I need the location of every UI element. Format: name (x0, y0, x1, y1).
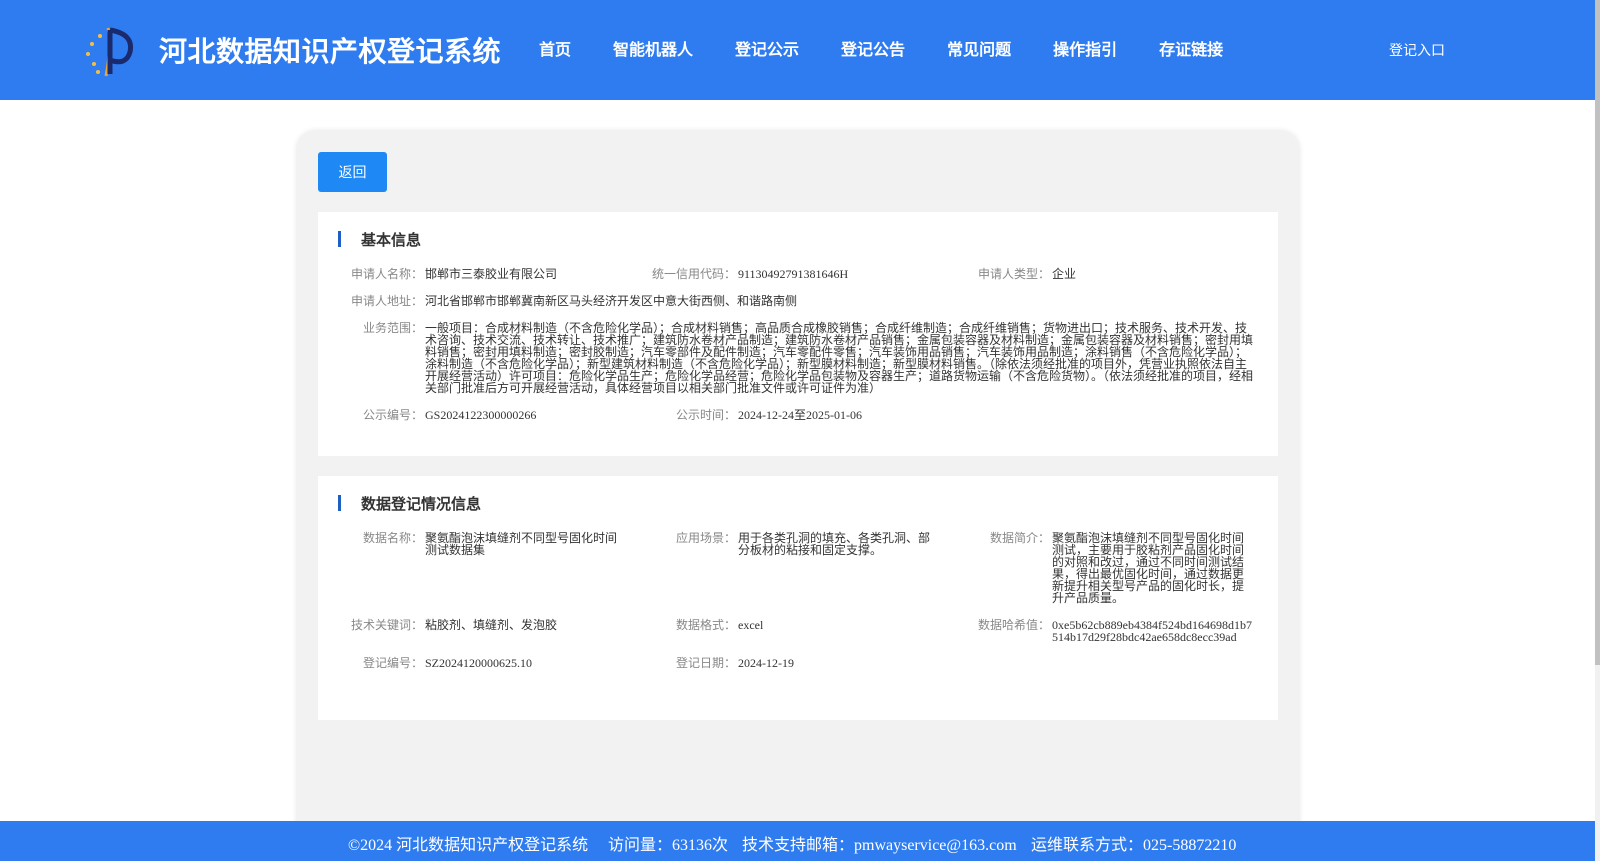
main-nav: 首页 智能机器人 登记公示 登记公告 常见问题 操作指引 存证链接 (518, 36, 1244, 60)
field-label: 统一信用代码： (651, 267, 736, 281)
field-label: 技术关键词： (350, 618, 423, 632)
field-value: 91130492791381646H (738, 267, 849, 281)
field-value: 河北省邯郸市邯郸冀南新区马头经济开发区中意大街西侧、和谐路南侧 (425, 294, 798, 308)
field-label: 应用场景： (675, 531, 736, 545)
field-label: 公示时间： (675, 408, 736, 422)
field-value: 2024-12-24至2025-01-06 (738, 408, 862, 422)
nav-publicity[interactable]: 登记公示 (714, 36, 820, 60)
nav-robot[interactable]: 智能机器人 (592, 36, 714, 60)
reg-no-field: 登记编号： SZ2024120000625.10 (363, 656, 620, 670)
field-label: 数据格式： (675, 618, 736, 632)
field-label: 数据哈希值： (977, 618, 1050, 632)
notice-no-field: 公示编号： GS2024122300000266 (363, 408, 645, 422)
field-value: GS2024122300000266 (425, 408, 537, 422)
business-scope-field: 业务范围： 一般项目：合成材料制造（不含危险化学品）；合成材料销售；高品质合成橡… (363, 321, 1254, 395)
field-value: 一般项目：合成材料制造（不含危险化学品）；合成材料销售；高品质合成橡胶销售；合成… (425, 321, 1254, 395)
notice-time-field: 公示时间： 2024-12-24至2025-01-06 (676, 408, 958, 422)
footer-phone: 运维联系方式：025-58872210 (1031, 837, 1237, 854)
title-bar (338, 495, 341, 511)
hash-field: 数据哈希值： 0xe5b62cb889eb4384f524bd164698d1b… (978, 618, 1252, 644)
field-label: 申请人名称： (350, 267, 423, 281)
footer-email: 技术支持邮箱：pmwayservice@163.com (742, 837, 1017, 854)
section-title: 数据登记情况信息 (338, 494, 482, 513)
applicant-type-field: 申请人类型： 企业 (978, 267, 1252, 281)
field-label: 业务范围： (362, 321, 423, 335)
nav-home[interactable]: 首页 (518, 36, 592, 60)
nav-evidence-link[interactable]: 存证链接 (1138, 36, 1244, 60)
field-label: 登记编号： (362, 656, 423, 670)
address-field: 申请人地址： 河北省邯郸市邯郸冀南新区马头经济开发区中意大街西侧、和谐路南侧 (351, 294, 1245, 308)
credit-code-field: 统一信用代码： 91130492791381646H (652, 267, 958, 281)
field-value: 0xe5b62cb889eb4384f524bd164698d1b7514b17… (1052, 618, 1252, 644)
field-value: 企业 (1052, 267, 1077, 281)
data-registration-section: 数据登记情况信息 数据名称： 聚氨酯泡沫填缝剂不同型号固化时间测试数据集 应用场… (318, 476, 1278, 720)
section-title: 基本信息 (338, 230, 422, 249)
nav-guide[interactable]: 操作指引 (1032, 36, 1138, 60)
field-value: 聚氨酯泡沫填缝剂不同型号固化时间测试数据集 (425, 531, 618, 557)
scenario-field: 应用场景： 用于各类孔洞的填充、各类孔洞、部分板材的粘接和固定支撑。 (676, 531, 933, 557)
footer-copyright: ©2024 河北数据知识产权登记系统 (348, 837, 589, 854)
data-name-field: 数据名称： 聚氨酯泡沫填缝剂不同型号固化时间测试数据集 (363, 531, 620, 557)
field-value: 2024-12-19 (738, 656, 794, 670)
site-title: 河北数据知识产权登记系统 (159, 35, 502, 68)
field-label: 数据简介： (989, 531, 1050, 545)
title-bar (338, 231, 341, 247)
field-value: 聚氨酯泡沫填缝剂不同型号固化时间测试，主要用于胶粘剂产品固化时间的对照和改过，通… (1052, 531, 1245, 605)
field-value: 邯郸市三泰胶业有限公司 (425, 267, 558, 281)
scrollbar[interactable] (1595, 0, 1600, 861)
scrollbar-thumb[interactable] (1595, 0, 1600, 665)
section-title-text: 基本信息 (361, 230, 422, 249)
detail-card: 返回 基本信息 申请人名称： 邯郸市三泰胶业有限公司 统一信用代码： 91130… (297, 131, 1299, 861)
field-label: 公示编号： (362, 408, 423, 422)
header: 河北数据知识产权登记系统 首页 智能机器人 登记公示 登记公告 常见问题 操作指… (0, 0, 1595, 100)
field-value: 粘胶剂、填缝剂、发泡胶 (425, 618, 558, 632)
footer-visits: 访问量：63136次 (608, 837, 729, 854)
logo-icon[interactable] (80, 24, 136, 80)
field-label: 申请人地址： (350, 294, 423, 308)
nav-faq[interactable]: 常见问题 (926, 36, 1032, 60)
page: 河北数据知识产权登记系统 首页 智能机器人 登记公示 登记公告 常见问题 操作指… (0, 0, 1600, 861)
basic-info-section: 基本信息 申请人名称： 邯郸市三泰胶业有限公司 统一信用代码： 91130492… (318, 212, 1278, 456)
reg-date-field: 登记日期： 2024-12-19 (676, 656, 933, 670)
applicant-name-field: 申请人名称： 邯郸市三泰胶业有限公司 (351, 267, 625, 281)
section-title-text: 数据登记情况信息 (361, 494, 482, 513)
field-label: 申请人类型： (977, 267, 1050, 281)
format-field: 数据格式： excel (676, 618, 933, 632)
footer: ©2024 河北数据知识产权登记系统 访问量：63136次 技术支持邮箱：pmw… (0, 821, 1595, 861)
keywords-field: 技术关键词： 粘胶剂、填缝剂、发泡胶 (351, 618, 620, 632)
nav-announcement[interactable]: 登记公告 (820, 36, 926, 60)
field-value: excel (738, 618, 764, 632)
back-button[interactable]: 返回 (318, 152, 387, 192)
field-value: SZ2024120000625.10 (425, 656, 533, 670)
field-label: 登记日期： (675, 656, 736, 670)
intro-field: 数据简介： 聚氨酯泡沫填缝剂不同型号固化时间测试，主要用于胶粘剂产品固化时间的对… (990, 531, 1247, 605)
field-value: 用于各类孔洞的填充、各类孔洞、部分板材的粘接和固定支撑。 (738, 531, 931, 557)
login-link[interactable]: 登记入口 (1389, 40, 1445, 60)
field-label: 数据名称： (362, 531, 423, 545)
